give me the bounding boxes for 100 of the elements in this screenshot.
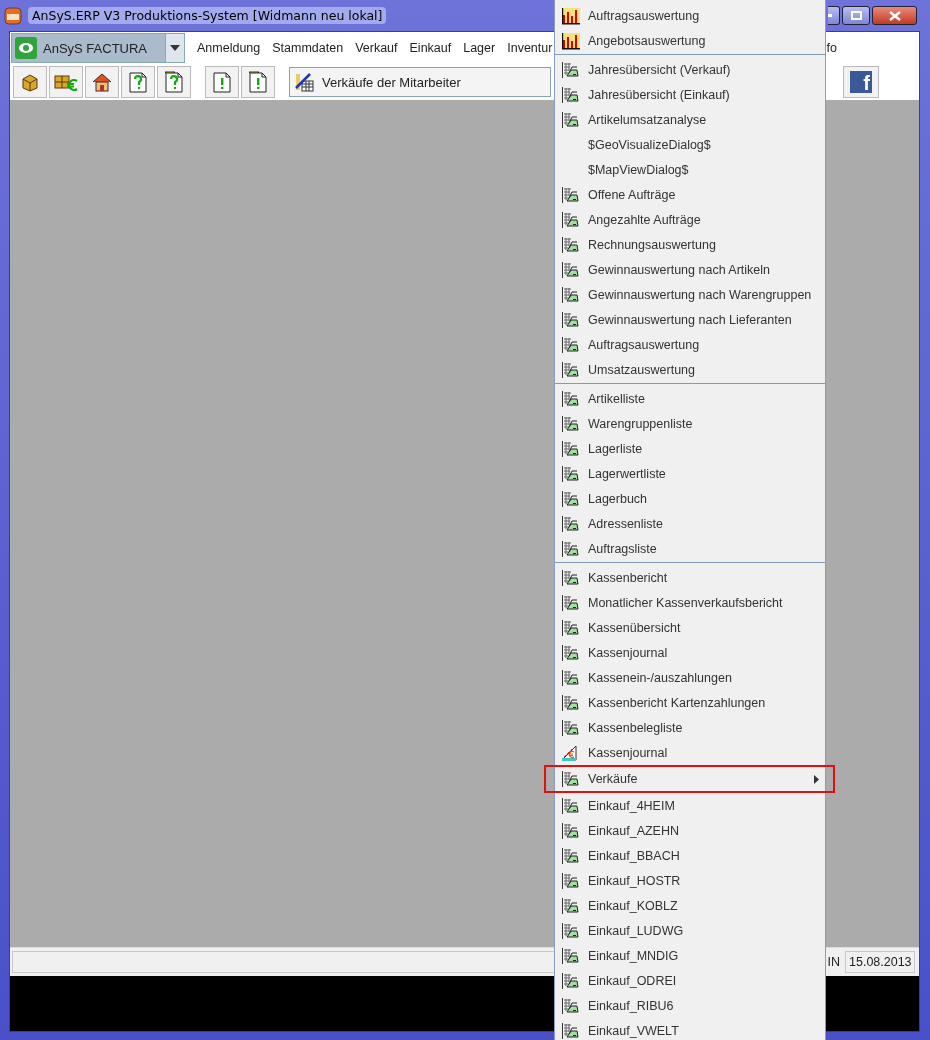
ruler-euro-icon xyxy=(561,743,579,762)
menu-item[interactable]: Lager xyxy=(463,41,496,55)
menu-item[interactable]: Kassenbericht xyxy=(555,565,825,590)
menu-item[interactable]: Angezahlte Aufträge xyxy=(555,207,825,232)
box-button[interactable] xyxy=(13,66,47,98)
menu-item[interactable]: Einkauf_LUDWG xyxy=(555,918,825,943)
menu-item[interactable]: $MapViewDialog$ xyxy=(555,157,825,182)
menu-item[interactable]: Kassenbericht Kartenzahlungen xyxy=(555,690,825,715)
document-exclamation-icon xyxy=(246,70,270,94)
menu-item[interactable]: Einkauf xyxy=(409,41,452,55)
menu-item[interactable]: Gewinnauswertung nach Warengruppen xyxy=(555,282,825,307)
house-icon xyxy=(91,72,113,92)
menu-item[interactable]: Kassenjournal xyxy=(555,640,825,665)
dropdown-button[interactable] xyxy=(166,33,185,63)
minimize-icon xyxy=(828,14,832,17)
menu-item[interactable]: $GeoVisualizeDialog$ xyxy=(555,132,825,157)
box-icon xyxy=(20,72,40,92)
menu-item[interactable]: Anmeldung xyxy=(197,41,261,55)
facebook-button[interactable]: f xyxy=(843,66,879,98)
report-icon xyxy=(561,185,579,204)
report-icon xyxy=(561,921,579,940)
menu-item[interactable]: Lagerbuch xyxy=(555,486,825,511)
maximize-button[interactable] xyxy=(842,6,870,25)
report-icon xyxy=(561,210,579,229)
menu-item[interactable]: Einkauf_4HEIM xyxy=(555,793,825,818)
menu-item[interactable]: Jahresübersicht (Verkauf) xyxy=(555,57,825,82)
report-icon xyxy=(561,464,579,483)
menu-item[interactable]: Verkäufe xyxy=(544,765,835,793)
report-icon xyxy=(561,770,579,788)
report-icon xyxy=(561,796,579,815)
menu-item[interactable]: Adressenliste xyxy=(555,511,825,536)
menu-item[interactable]: Einkauf_AZEHN xyxy=(555,818,825,843)
report-icon xyxy=(561,668,579,687)
menu-item[interactable]: Gewinnauswertung nach Artikeln xyxy=(555,257,825,282)
menu-item[interactable]: Auftragsliste xyxy=(555,536,825,561)
report-icon xyxy=(561,285,579,304)
report-icon xyxy=(561,539,579,558)
menu-item[interactable]: Offene Aufträge xyxy=(555,182,825,207)
window-title: AnSyS.ERP V3 Produktions-System [Widmann neu lokal] xyxy=(28,7,387,24)
report-icon xyxy=(561,60,579,79)
report-icon xyxy=(561,414,579,433)
menu-item[interactable]: Kassenbelegliste xyxy=(555,715,825,740)
menu-item[interactable]: Einkauf_KOBLZ xyxy=(555,893,825,918)
menu-item[interactable]: Verkauf xyxy=(355,41,398,55)
report-icon xyxy=(561,821,579,840)
minimize-button[interactable] xyxy=(828,6,840,25)
menu-item[interactable]: Gewinnauswertung nach Lieferanten xyxy=(555,307,825,332)
report-icon xyxy=(561,235,579,254)
app-logo-icon xyxy=(4,6,22,25)
notice-button[interactable] xyxy=(241,66,275,98)
report-selector[interactable]: Verkäufe der Mitarbeiter xyxy=(289,67,551,97)
menu-item[interactable]: Monatlicher Kassenverkaufsbericht xyxy=(555,590,825,615)
help-button[interactable] xyxy=(121,66,155,98)
menu-item[interactable]: Angebotsauswertung xyxy=(555,28,825,53)
document-question-icon xyxy=(126,70,150,94)
menu-item[interactable]: Inventur xyxy=(507,41,553,55)
menu-item[interactable]: Einkauf_HOSTR xyxy=(555,868,825,893)
menu-item[interactable]: Artikelumsatzanalyse xyxy=(555,107,825,132)
report-icon xyxy=(561,85,579,104)
report-icon xyxy=(561,439,579,458)
report-icon xyxy=(561,335,579,354)
report-icon xyxy=(561,389,579,408)
menu-item[interactable]: Jahresübersicht (Einkauf) xyxy=(555,82,825,107)
menu-item[interactable]: Auftragsauswertung xyxy=(555,3,825,28)
menu-item[interactable]: fo xyxy=(826,41,837,55)
report-icon xyxy=(561,260,579,279)
report-icon xyxy=(561,896,579,915)
boxes-euro-button[interactable] xyxy=(49,66,83,98)
menu-item[interactable]: Rechnungsauswertung xyxy=(555,232,825,257)
house-button[interactable] xyxy=(85,66,119,98)
notice-button[interactable] xyxy=(205,66,239,98)
menu-item[interactable]: Lagerliste xyxy=(555,436,825,461)
menu-item[interactable]: Kassenübersicht xyxy=(555,615,825,640)
report-icon xyxy=(561,946,579,965)
menu-item[interactable]: Lagerwertliste xyxy=(555,461,825,486)
menu-item[interactable]: Einkauf_VWELT xyxy=(555,1018,825,1040)
report-icon xyxy=(561,996,579,1015)
menu-item[interactable]: Einkauf_RIBU6 xyxy=(555,993,825,1018)
menu-item[interactable]: Stammdaten xyxy=(272,41,344,55)
menu-item[interactable]: Einkauf_ODREI xyxy=(555,968,825,993)
menu-item[interactable]: Einkauf_MNDIG xyxy=(555,943,825,968)
report-icon xyxy=(561,310,579,329)
report-icon xyxy=(561,718,579,737)
report-icon xyxy=(561,593,579,612)
document-exclamation-icon xyxy=(210,70,234,94)
menu-item[interactable]: Einkauf_BBACH xyxy=(555,843,825,868)
date-field: 15.08.2013 xyxy=(845,951,915,973)
close-button[interactable] xyxy=(872,6,917,25)
report-icon xyxy=(561,360,579,379)
menu-item[interactable]: Warengruppenliste xyxy=(555,411,825,436)
caret-icon xyxy=(170,45,180,51)
bar-chart-icon xyxy=(561,6,581,25)
report-icon xyxy=(561,489,579,508)
menu-item[interactable]: Umsatzauswertung xyxy=(555,357,825,382)
menu-item[interactable]: Artikelliste xyxy=(555,386,825,411)
report-icon xyxy=(561,693,579,712)
menu-item[interactable]: Kassenjournal xyxy=(555,740,825,765)
menu-item[interactable]: Kassenein-/auszahlungen xyxy=(555,665,825,690)
menu-item[interactable]: Auftragsauswertung xyxy=(555,332,825,357)
module-selector[interactable]: AnSyS FACTURA xyxy=(11,33,166,63)
